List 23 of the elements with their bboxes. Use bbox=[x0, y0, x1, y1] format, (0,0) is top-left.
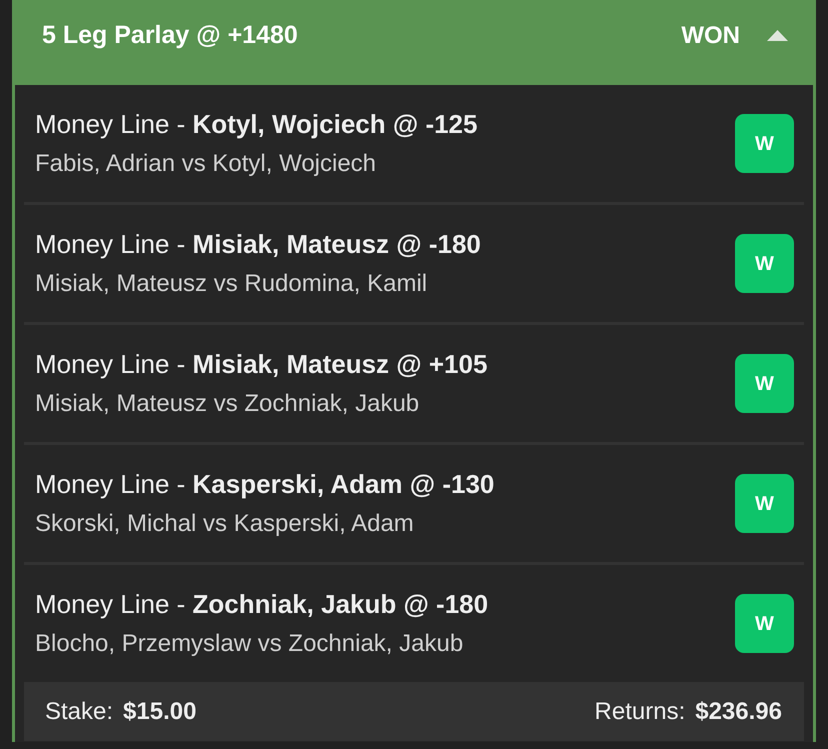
returns-label: Returns: bbox=[594, 696, 686, 726]
slip-title: 5 Leg Parlay @ +1480 bbox=[42, 20, 298, 51]
result-badge: W bbox=[735, 594, 794, 653]
result-badge: W bbox=[735, 354, 794, 413]
leg-selection: Money Line - Zochniak, Jakub @ -180 bbox=[35, 588, 488, 620]
result-badge: W bbox=[735, 114, 794, 173]
leg-matchup: Misiak, Mateusz vs Zochniak, Jakub bbox=[35, 390, 420, 418]
stake-label: Stake: bbox=[45, 696, 114, 726]
result-badge: W bbox=[735, 234, 794, 293]
slip-header[interactable]: 5 Leg Parlay @ +1480 WON bbox=[12, 0, 816, 85]
leg-matchup: Blocho, Przemyslaw vs Zochniak, Jakub bbox=[35, 630, 464, 658]
leg-selection: Money Line - Kotyl, Wojciech @ -125 bbox=[35, 108, 478, 140]
returns-amount: $236.96 bbox=[695, 696, 782, 726]
leg-matchup: Misiak, Mateusz vs Rudomina, Kamil bbox=[35, 270, 428, 298]
leg-matchup: Fabis, Adrian vs Kotyl, Wojciech bbox=[35, 150, 378, 178]
leg-matchup: Skorski, Michal vs Kasperski, Adam bbox=[35, 510, 415, 538]
leg-selection: Money Line - Misiak, Mateusz @ -180 bbox=[35, 228, 481, 260]
leg-selection: Money Line - Kasperski, Adam @ -130 bbox=[35, 468, 494, 500]
result-badge: W bbox=[735, 474, 794, 533]
status-label: WON bbox=[681, 20, 740, 50]
leg-selection: Money Line - Misiak, Mateusz @ +105 bbox=[35, 348, 488, 380]
caret-icon[interactable] bbox=[767, 30, 788, 41]
stake-amount: $15.00 bbox=[123, 696, 196, 726]
